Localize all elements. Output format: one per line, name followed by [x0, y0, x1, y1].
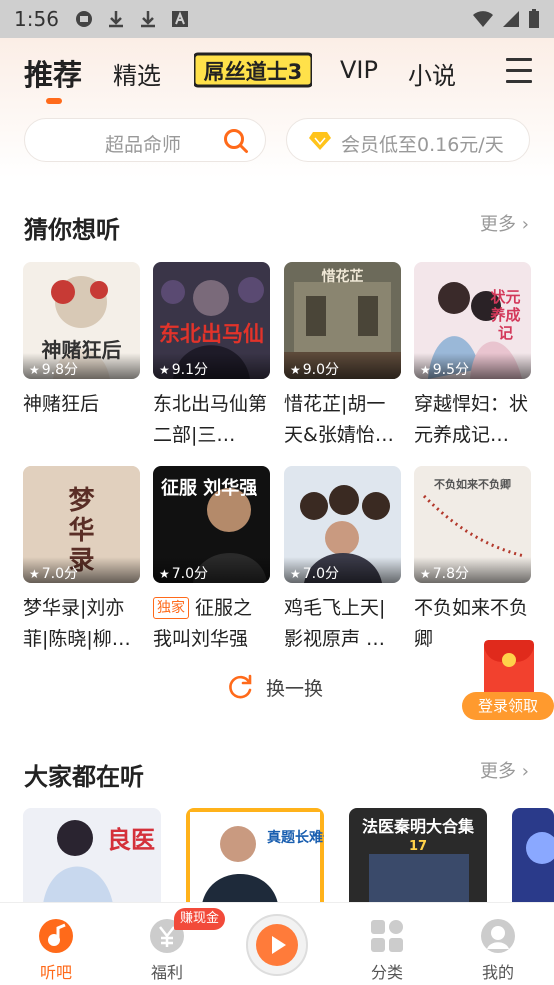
nav-label: 分类 — [370, 963, 403, 982]
cover-text: 良医 — [107, 825, 155, 854]
vip-promo-text: 会员低至0.16元/天 — [341, 134, 504, 156]
book-cover: 征服 刘华强 ★ 7.0分 — [153, 466, 270, 583]
book-title: 神赌狂后 — [23, 393, 100, 415]
exclusive-badge: 独家 — [153, 597, 189, 619]
nav-item-category[interactable]: 分类 — [332, 903, 442, 985]
book-card[interactable]: 惜花芷 ★ 9.0分 惜花芷|胡一天&张婧怡… — [284, 262, 401, 451]
cover-text: 征服 刘华强 — [161, 478, 258, 499]
font-icon — [171, 11, 188, 27]
book-card[interactable]: 状元养成记 ★ 9.5分 穿越悍妇：状元养成记… — [414, 262, 531, 451]
book-title: 穿越悍妇：状元养成记… — [414, 393, 529, 446]
battery-icon — [529, 9, 539, 28]
search-input[interactable]: 超品命师 — [24, 118, 266, 162]
wifi-icon — [473, 11, 493, 27]
profile-icon — [481, 919, 515, 953]
menu-icon[interactable] — [506, 58, 534, 84]
music-note-icon — [39, 919, 73, 953]
search-placeholder: 超品命师 — [105, 134, 182, 156]
tab-featured[interactable]: 精选 — [113, 56, 161, 91]
section-title-guess: 猜你想听 — [24, 216, 120, 244]
book-cover: 神赌狂后 ★ 9.8分 — [23, 262, 140, 379]
book-cover: 不负如来不负卿 ★ 7.8分 — [414, 466, 531, 583]
book-title: 鸡毛飞上天|影视原声 … — [284, 597, 386, 650]
player-button[interactable] — [246, 914, 308, 976]
cover-subtext: 17 — [409, 839, 427, 854]
popular-cover[interactable]: 法医秦明大合集 17 — [349, 808, 487, 904]
download-icon-2 — [140, 11, 155, 28]
rating-label: ★ 9.1分 — [153, 353, 270, 379]
book-title: 独家 征服之我叫刘华强 — [153, 597, 253, 650]
book-title: 东北出马仙第二部|三… — [153, 393, 268, 446]
tab-indicator — [46, 98, 62, 104]
book-title: 惜花芷|胡一天&张婧怡… — [284, 393, 394, 446]
cover-text: 法医秦明大合集 — [362, 817, 475, 836]
cash-badge: 赚现金 — [174, 908, 226, 930]
book-cover: ★ 7.0分 — [284, 466, 401, 583]
nav-label: 听吧 — [39, 963, 72, 982]
popular-cover[interactable]: 良医 — [23, 808, 161, 904]
status-time: 1:56 — [14, 7, 59, 31]
book-card[interactable]: 不负如来不负卿 ★ 7.8分 不负如来不负卿 — [414, 466, 531, 655]
nav-item-mine[interactable]: 我的 — [443, 903, 553, 985]
reward-label: 登录领取 — [462, 692, 554, 720]
nav-label: 福利 — [150, 963, 183, 982]
status-bar: 1:56 — [0, 0, 554, 38]
nav-label: 我的 — [481, 963, 514, 982]
cover-text: 状元养成记 — [490, 288, 521, 342]
rating-label: ★ 9.0分 — [284, 353, 401, 379]
vip-promo-button[interactable]: 会员低至0.16元/天 — [286, 118, 530, 162]
cover-text: 真题长难句 — [267, 829, 324, 846]
more-link-guess[interactable]: 更多 › — [480, 210, 529, 236]
tab-recommend[interactable]: 推荐 — [24, 52, 82, 94]
book-card[interactable]: 征服 刘华强 ★ 7.0分 独家 征服之我叫刘华强 — [153, 466, 270, 655]
cover-text: 东北出马仙 — [159, 321, 264, 346]
rating-label: ★ 7.8分 — [414, 557, 531, 583]
red-envelope-icon — [484, 640, 534, 698]
top-tabs: 推荐 精选 屌丝道士3 VIP 小说 — [0, 38, 554, 108]
notification-app-icon — [75, 11, 92, 27]
book-card[interactable]: ★ 7.0分 鸡毛飞上天|影视原声 … — [284, 466, 401, 655]
more-link-popular[interactable]: 更多 › — [480, 757, 529, 783]
section-title-popular: 大家都在听 — [24, 763, 144, 791]
book-card[interactable]: 梦华录 ★7.0分 梦华录|刘亦菲|陈晓|柳… — [23, 466, 140, 655]
book-card[interactable]: 东北出马仙 ★ 9.1分 东北出马仙第二部|三… — [153, 262, 270, 451]
search-icon[interactable] — [223, 128, 249, 154]
grid-icon — [371, 920, 403, 952]
cover-text: 不负如来不负卿 — [434, 478, 511, 491]
login-reward-button[interactable]: 登录领取 — [462, 640, 554, 722]
book-card[interactable]: 神赌狂后 ★ 9.8分 神赌狂后 — [23, 262, 140, 451]
signal-icon — [503, 11, 519, 27]
status-right — [472, 9, 540, 29]
play-icon — [256, 924, 298, 966]
cover-text: 惜花芷 — [321, 269, 364, 285]
rating-label: ★ 7.0分 — [153, 557, 270, 583]
brand-logo-text: 屌丝道士3 — [204, 60, 303, 84]
book-cover: 东北出马仙 ★ 9.1分 — [153, 262, 270, 379]
popular-cover[interactable]: 真题长难句 — [186, 808, 324, 904]
download-icon — [108, 11, 123, 28]
rating-label: ★ 7.0分 — [284, 557, 401, 583]
tab-vip[interactable]: VIP — [340, 56, 378, 84]
nav-item-listen[interactable]: 听吧 — [1, 903, 111, 985]
refresh-label: 换一换 — [266, 677, 324, 700]
book-cover: 梦华录 ★7.0分 — [23, 466, 140, 583]
brand-logo[interactable]: 屌丝道士3 — [192, 52, 314, 88]
book-cover: 惜花芷 ★ 9.0分 — [284, 262, 401, 379]
book-cover: 状元养成记 ★ 9.5分 — [414, 262, 531, 379]
tab-novel[interactable]: 小说 — [408, 56, 456, 91]
refresh-button[interactable]: 换一换 — [228, 672, 323, 702]
rating-label: ★ 9.8分 — [23, 353, 140, 379]
rating-label: ★ 9.5分 — [414, 353, 531, 379]
popular-cover[interactable] — [512, 808, 554, 904]
refresh-icon — [229, 674, 252, 699]
book-title: 梦华录|刘亦菲|陈晓|柳… — [23, 597, 131, 650]
diamond-icon — [309, 132, 331, 150]
rating-label: ★ 7.0分 — [23, 557, 140, 583]
